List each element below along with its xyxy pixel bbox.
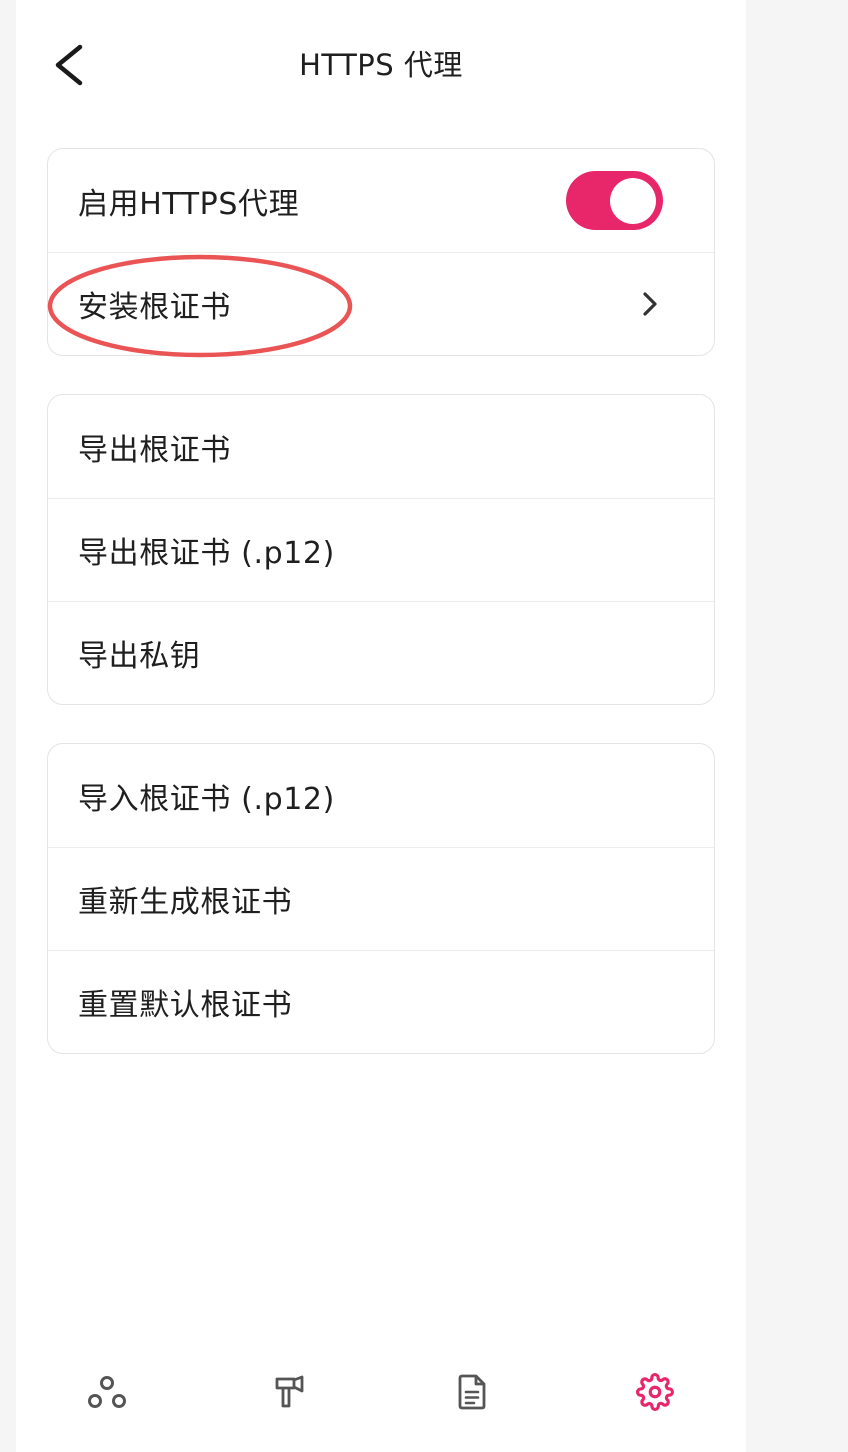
nodes-icon bbox=[88, 1376, 127, 1408]
page-title: HTTPS 代理 bbox=[299, 48, 463, 82]
row-enable-https-proxy[interactable]: 启用HTTPS代理 bbox=[48, 149, 714, 252]
row-label: 重新生成根证书 bbox=[78, 885, 293, 920]
settings-group-manage: 导入根证书 (.p12) 重新生成根证书 重置默认根证书 bbox=[47, 743, 715, 1054]
row-install-root-cert[interactable]: 安装根证书 bbox=[48, 252, 714, 355]
row-label: 重置默认根证书 bbox=[78, 988, 293, 1023]
settings-group-export: 导出根证书 导出根证书 (.p12) 导出私钥 bbox=[47, 394, 715, 705]
https-proxy-toggle[interactable] bbox=[566, 171, 663, 230]
row-label: 安装根证书 bbox=[78, 290, 231, 325]
hammer-icon bbox=[275, 1375, 304, 1408]
row-export-private-key[interactable]: 导出私钥 bbox=[48, 601, 714, 704]
row-label: 导出根证书 bbox=[78, 432, 231, 468]
nav-item-nodes[interactable] bbox=[16, 1332, 199, 1452]
toggle-knob bbox=[610, 177, 656, 224]
row-label: 启用HTTPS代理 bbox=[78, 186, 300, 222]
gear-icon bbox=[635, 1373, 674, 1411]
row-export-root-cert[interactable]: 导出根证书 bbox=[48, 395, 714, 498]
document-icon bbox=[458, 1374, 486, 1410]
row-regenerate-root-cert[interactable]: 重新生成根证书 bbox=[48, 847, 714, 950]
nav-item-logs[interactable] bbox=[381, 1332, 564, 1452]
back-button[interactable] bbox=[50, 40, 88, 90]
row-import-root-cert-p12[interactable]: 导入根证书 (.p12) bbox=[48, 744, 714, 847]
row-reset-default-root-cert[interactable]: 重置默认根证书 bbox=[48, 950, 714, 1053]
chevron-right-icon bbox=[643, 292, 657, 316]
nav-item-tools[interactable] bbox=[199, 1332, 382, 1452]
bottom-nav bbox=[16, 1332, 746, 1452]
row-label: 导出私钥 bbox=[78, 639, 201, 674]
row-export-root-cert-p12[interactable]: 导出根证书 (.p12) bbox=[48, 498, 714, 601]
nav-header: HTTPS 代理 bbox=[16, 0, 746, 130]
nav-item-settings[interactable] bbox=[564, 1332, 747, 1452]
settings-group-proxy: 启用HTTPS代理 安装根证书 bbox=[47, 148, 715, 356]
app-screen: HTTPS 代理 启用HTTPS代理 安装根证书 导出根证书 导出根证书 (.p… bbox=[16, 0, 746, 1452]
row-label: 导入根证书 (.p12) bbox=[78, 781, 335, 817]
row-label: 导出根证书 (.p12) bbox=[78, 536, 335, 571]
chevron-left-icon bbox=[55, 44, 83, 86]
